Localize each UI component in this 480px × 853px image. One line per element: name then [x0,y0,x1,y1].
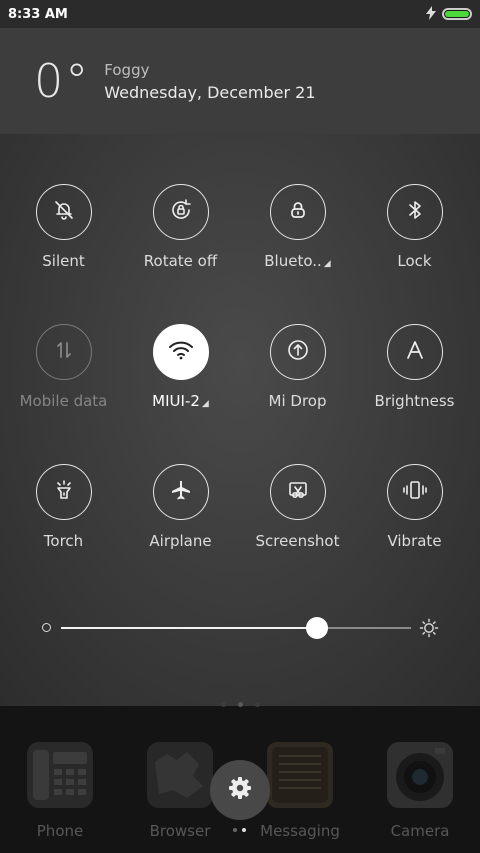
status-time: 8:33 AM [8,6,68,22]
more-options-icon: ◢ [201,399,209,409]
gear-icon [227,775,253,805]
settings-button[interactable] [210,760,270,820]
bluetooth-icon [405,199,425,225]
toggle-circle[interactable] [35,324,92,380]
quick-settings-panel: Silent Rotate off Blueto.. ◢ Lock Mobile… [0,134,480,706]
toggle-label: Screenshot [255,532,340,550]
weather-date: Wednesday, December 21 [104,82,316,102]
toggle-label-text: Blueto.. [264,252,322,270]
dock-app-camera[interactable]: Camera [360,742,480,840]
toggle-circle[interactable] [35,464,92,520]
battery-fill [445,11,469,17]
page-dot [220,702,226,707]
toggle-mobile-data[interactable]: Mobile data [5,324,122,464]
toggle-circle[interactable] [269,324,326,380]
toggle-brightness[interactable]: Brightness [356,324,473,464]
torch-icon [52,478,76,506]
auto-brightness-icon [404,339,426,365]
messaging-app-icon[interactable] [267,742,333,808]
screenshot-icon [286,478,310,506]
bolt-icon [426,5,436,23]
temperature: 0° [34,54,91,108]
toggle-circle[interactable] [386,324,443,380]
browser-app-icon[interactable] [147,742,213,808]
mobile-data-icon [53,339,75,365]
brightness-thumb[interactable] [305,617,328,639]
wifi-icon [167,339,195,365]
toggle-torch[interactable]: Torch [5,464,122,604]
toggle-circle[interactable] [386,184,443,240]
vibrate-icon [402,478,428,506]
lock-icon [287,199,309,225]
toggle-label: Rotate off [143,252,218,270]
status-bar: 8:33 AM [0,0,480,28]
toggle-lock[interactable]: Blueto.. ◢ [239,184,356,324]
rotate-lock-icon [168,197,194,227]
toggle-label: MIUI-2 ◢ [152,392,209,410]
app-label: Camera [390,822,450,840]
toggle-label: Mobile data [19,392,108,410]
toggle-wifi[interactable]: MIUI-2 ◢ [122,324,239,464]
toggle-rotate[interactable]: Rotate off [122,184,239,324]
weather-condition: Foggy [104,60,150,79]
toggle-circle[interactable] [152,464,209,520]
toggle-grid: Silent Rotate off Blueto.. ◢ Lock Mobile… [0,184,480,604]
toggle-row: Silent Rotate off Blueto.. ◢ Lock [0,184,480,324]
toggle-circle[interactable] [152,184,209,240]
page-indicator [0,702,480,707]
brightness-track[interactable] [61,617,411,639]
bell-off-icon [52,198,76,226]
panel-page-indicator [233,828,246,832]
panel-page-dot [233,828,237,832]
toggle-circle[interactable] [269,184,326,240]
toggle-label: Mi Drop [268,392,327,410]
dock-app-phone[interactable]: Phone [0,742,120,840]
toggle-airplane[interactable]: Airplane [122,464,239,604]
toggle-label: Lock [397,252,432,270]
toggle-circle[interactable] [35,184,92,240]
toggle-circle[interactable] [269,464,326,520]
toggle-screenshot[interactable]: Screenshot [239,464,356,604]
toggle-bluetooth[interactable]: Lock [356,184,473,324]
page-dot [237,702,243,707]
toggle-label: Torch [43,532,84,550]
status-icons [426,5,472,23]
toggle-row: Torch Airplane Screenshot Vibrate [0,464,480,604]
battery-icon [442,8,472,20]
page-dot [254,702,260,707]
mi-drop-icon [286,338,310,366]
app-label: Phone [36,822,84,840]
app-label: Browser [149,822,211,840]
toggle-vibrate[interactable]: Vibrate [356,464,473,604]
toggle-label-text: MIUI-2 [152,392,200,410]
toggle-label: Brightness [374,392,455,410]
airplane-icon [169,478,193,506]
phone-app-icon[interactable] [27,742,93,808]
weather-text: Foggy Wednesday, December 21 [104,61,315,102]
brightness-slider[interactable] [40,617,440,639]
app-label: Messaging [260,822,340,840]
sun-icon [419,618,439,642]
toggle-row: Mobile data MIUI-2 ◢ Mi Drop Brightness [0,324,480,464]
brightness-low-icon [42,623,51,632]
toggle-label: Silent [42,252,85,270]
panel-page-dot [242,828,246,832]
toggle-circle[interactable] [386,464,443,520]
camera-app-icon[interactable] [387,742,453,808]
toggle-mi-drop[interactable]: Mi Drop [239,324,356,464]
brightness-fill [61,627,317,629]
toggle-silent[interactable]: Silent [5,184,122,324]
toggle-label: Airplane [149,532,212,550]
weather-widget[interactable]: 0° Foggy Wednesday, December 21 [0,28,480,134]
more-options-icon: ◢ [323,259,331,269]
toggle-label: Blueto.. ◢ [264,252,330,270]
toggle-label: Vibrate [387,532,442,550]
toggle-circle[interactable] [152,324,209,380]
